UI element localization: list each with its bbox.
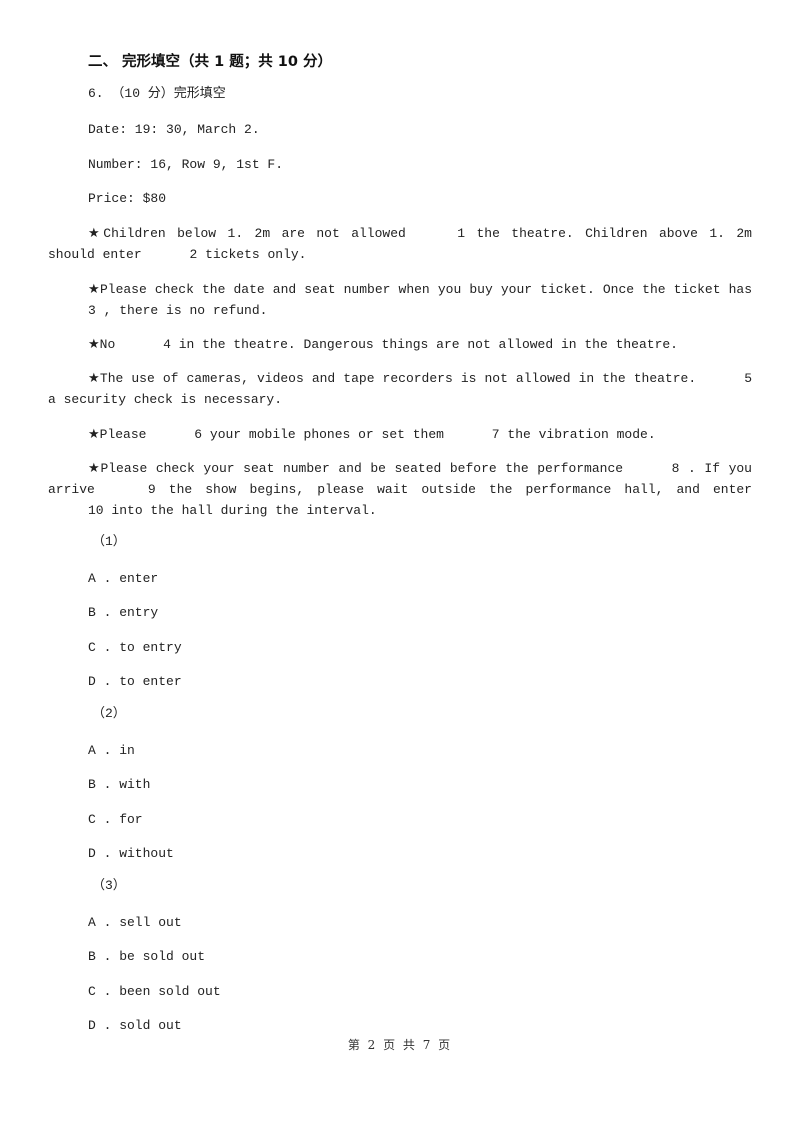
rule-3: ★No 4 in the theatre. Dangerous things a… [48, 334, 752, 355]
star-icon: ★ [88, 337, 100, 352]
option-a[interactable]: A . enter [88, 570, 158, 588]
blank-6: 6 [194, 427, 203, 442]
option-c[interactable]: C . been sold out [88, 983, 221, 1001]
option-b[interactable]: B . be sold out [88, 948, 205, 966]
ticket-date: Date: 19: 30, March 2. [88, 122, 260, 137]
blank-2: 2 [189, 247, 198, 262]
blank-4: 4 [163, 337, 171, 352]
subquestion-label: （2） [92, 706, 126, 721]
option-d[interactable]: D . without [88, 845, 174, 863]
star-icon: ★ [88, 282, 100, 297]
rule-6: ★Please check your seat number and be se… [48, 458, 752, 521]
rule-1: ★Children below 1. 2m are not allowed 1 … [48, 223, 752, 265]
option-a[interactable]: A . sell out [88, 914, 182, 932]
option-c[interactable]: C . for [88, 811, 143, 829]
star-icon: ★ [88, 226, 104, 241]
ticket-price: Price: $80 [88, 191, 167, 206]
page-footer: 第 2 页 共 7 页 [347, 1038, 453, 1052]
rule-2: ★Please check the date and seat number w… [48, 279, 752, 321]
rule-4: ★The use of cameras, videos and tape rec… [48, 368, 752, 410]
star-icon: ★ [88, 427, 100, 442]
option-d[interactable]: D . to enter [88, 673, 182, 691]
section-title: 二、 完形填空（共 1 题；共 10 分） [88, 54, 333, 70]
subquestion-label: （3） [92, 878, 126, 893]
blank-3: 3 [88, 303, 96, 318]
star-icon: ★ [88, 371, 100, 386]
option-b[interactable]: B . with [88, 776, 150, 794]
option-c[interactable]: C . to entry [88, 639, 182, 657]
star-icon: ★ [88, 461, 101, 476]
blank-1: 1 [457, 226, 466, 241]
blank-5: 5 [744, 371, 752, 386]
blank-10: 10 [88, 503, 104, 518]
rule-5: ★Please 6 your mobile phones or set them… [48, 424, 752, 445]
question-header: 6. （10 分）完形填空 [88, 86, 226, 101]
blank-8: 8 [671, 461, 680, 476]
subquestion-label: （1） [92, 534, 126, 549]
ticket-number: Number: 16, Row 9, 1st F. [88, 157, 284, 172]
blank-7: 7 [491, 427, 500, 442]
option-d[interactable]: D . sold out [88, 1017, 182, 1035]
option-a[interactable]: A . in [88, 742, 135, 760]
option-b[interactable]: B . entry [88, 604, 158, 622]
blank-9: 9 [147, 482, 156, 497]
